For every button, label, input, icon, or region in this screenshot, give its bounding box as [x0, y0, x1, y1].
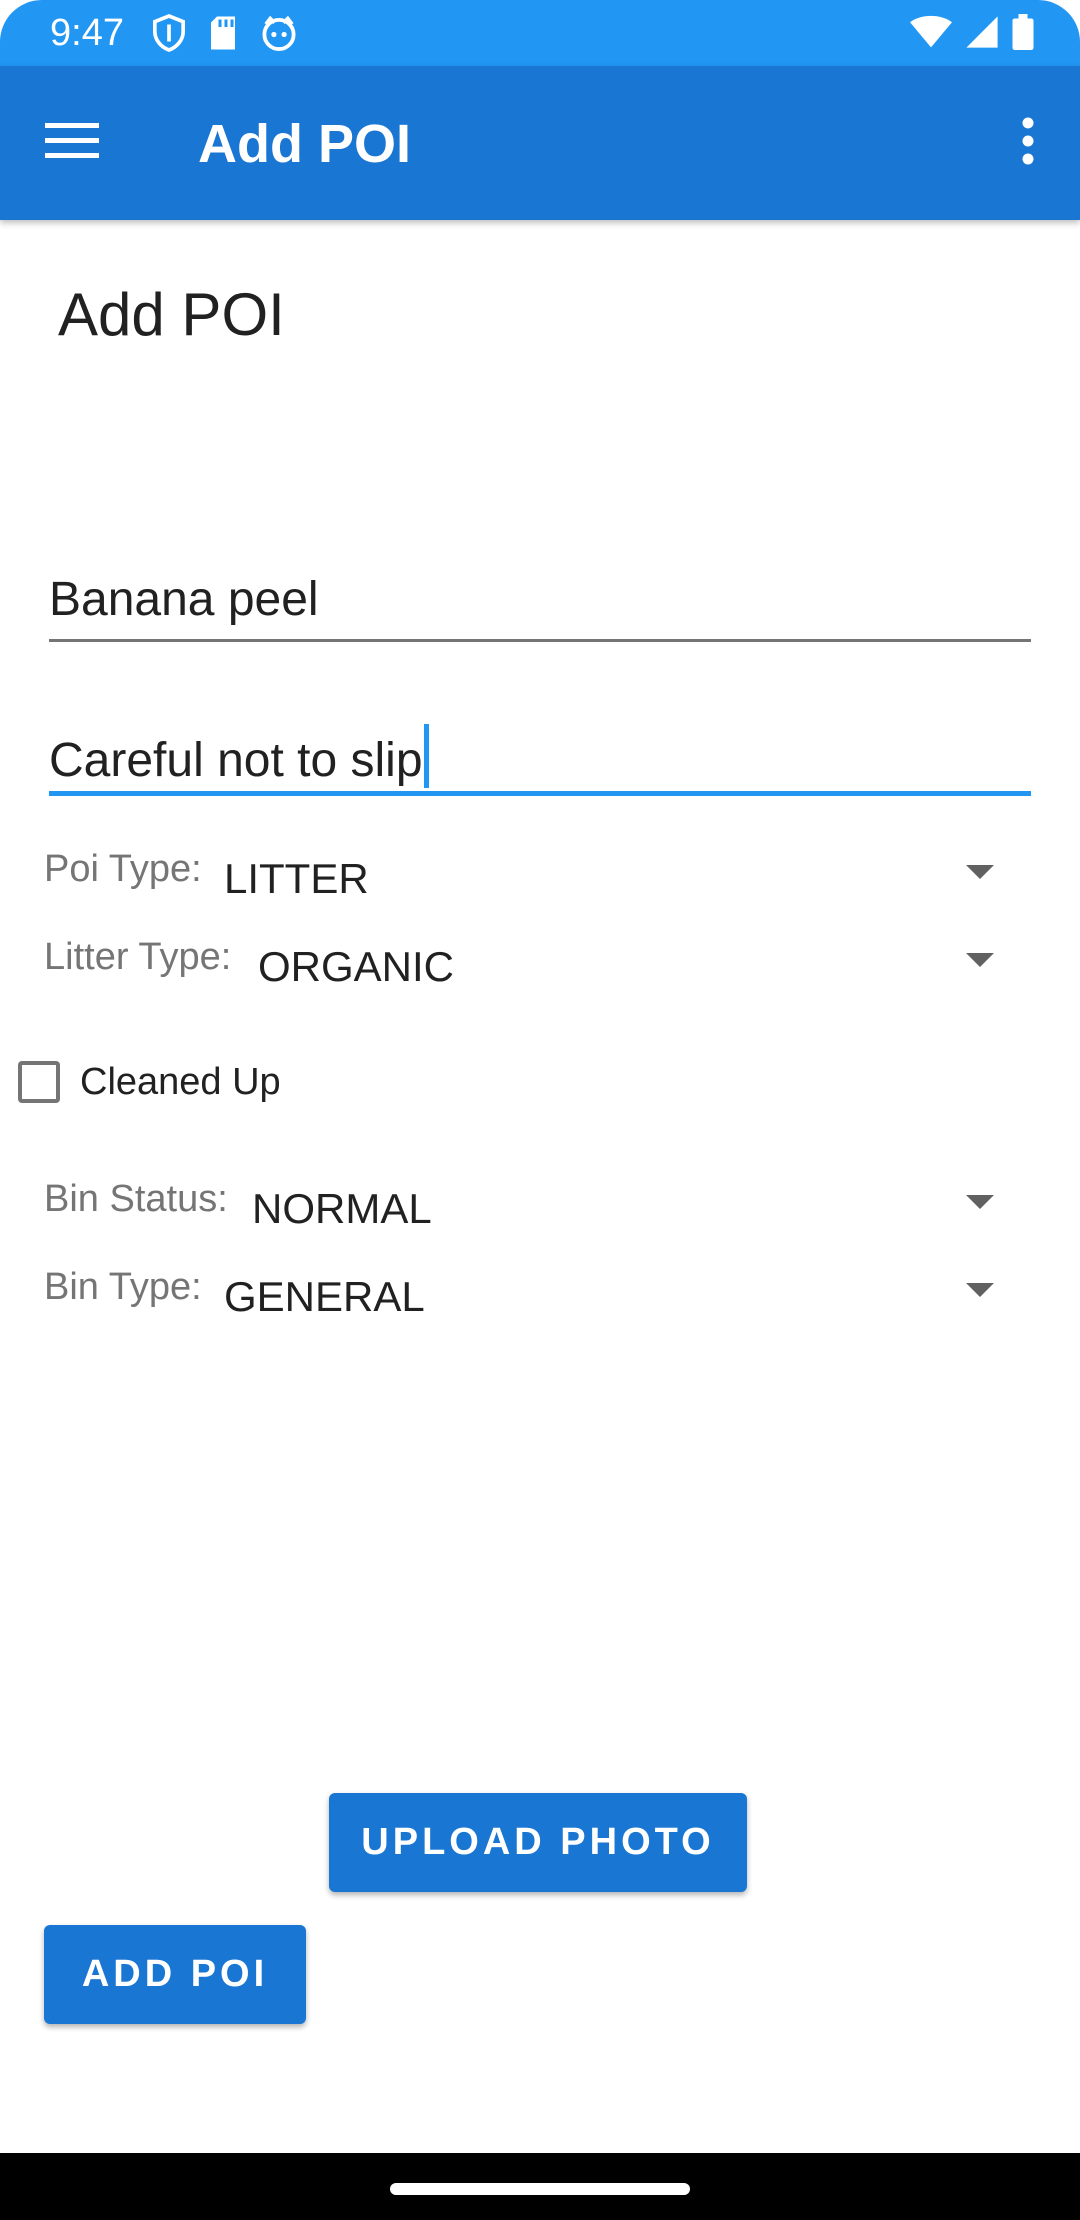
overflow-menu-button[interactable]: [996, 111, 1060, 175]
litter-type-spinner[interactable]: Litter Type: ORGANIC: [44, 933, 1004, 1003]
app-bar: Add POI: [0, 66, 1080, 220]
poi-name-value: Banana peel: [49, 573, 319, 626]
wifi-icon: [910, 15, 952, 54]
menu-button[interactable]: [40, 111, 104, 175]
litter-type-label: Litter Type:: [44, 936, 232, 978]
poi-description-underline: [49, 791, 1031, 796]
bin-status-spinner[interactable]: Bin Status: NORMAL: [44, 1175, 1004, 1245]
shield-icon: [152, 14, 186, 57]
page-heading: Add POI: [58, 281, 285, 348]
navigation-bar: [0, 2153, 1080, 2220]
poi-description-value: Careful not to slip: [49, 734, 423, 787]
status-icons-right: [910, 14, 1034, 55]
status-time: 9:47: [50, 12, 124, 54]
battery-icon: [1012, 14, 1034, 55]
bin-type-dropdown-arrow-icon: [966, 1283, 994, 1297]
status-icons-left: [152, 14, 298, 57]
upload-photo-button[interactable]: UPLOAD PHOTO: [329, 1793, 747, 1892]
more-vert-icon: [1021, 117, 1035, 170]
bin-type-spinner[interactable]: Bin Type: GENERAL: [44, 1263, 1004, 1333]
poi-type-dropdown-arrow-icon: [966, 865, 994, 879]
cleaned-up-checkbox-row[interactable]: Cleaned Up: [18, 1056, 281, 1108]
poi-name-field[interactable]: Banana peel: [49, 562, 1031, 642]
poi-description-field[interactable]: Careful not to slip: [49, 716, 1031, 796]
app-title: Add POI: [198, 114, 411, 174]
cleaned-up-label: Cleaned Up: [80, 1061, 281, 1103]
home-gesture-handle[interactable]: [390, 2183, 690, 2195]
screen: 9:47 Add POI Add POI Banana peel Careful…: [0, 0, 1080, 2220]
text-cursor: [423, 724, 429, 788]
bin-status-label: Bin Status:: [44, 1178, 228, 1220]
poi-type-label: Poi Type:: [44, 848, 202, 890]
bin-status-dropdown-arrow-icon: [966, 1195, 994, 1209]
bin-type-label: Bin Type:: [44, 1266, 202, 1308]
hamburger-menu-icon: [45, 121, 99, 166]
bin-type-value: GENERAL: [224, 1273, 425, 1320]
signal-icon: [964, 15, 1000, 54]
poi-type-spinner[interactable]: Poi Type: LITTER: [44, 845, 1004, 915]
add-poi-button[interactable]: ADD POI: [44, 1925, 306, 2024]
poi-description-text: Careful not to slip: [49, 724, 429, 791]
litter-type-value: ORGANIC: [258, 943, 455, 990]
cat-face-icon: [260, 15, 298, 56]
cleaned-up-checkbox[interactable]: [18, 1061, 60, 1103]
bin-status-value: NORMAL: [252, 1185, 432, 1232]
poi-type-value: LITTER: [224, 855, 369, 902]
sd-card-icon: [208, 15, 238, 56]
poi-name-underline: [49, 639, 1031, 642]
status-bar: 9:47: [0, 0, 1080, 66]
litter-type-dropdown-arrow-icon: [966, 953, 994, 967]
